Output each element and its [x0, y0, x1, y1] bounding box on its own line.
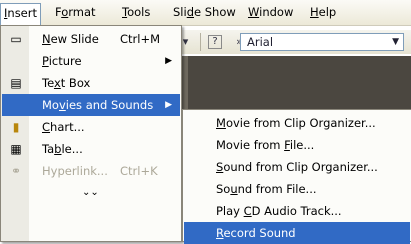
submenu-sound-from-file[interactable]: Sound from File... [184, 178, 410, 200]
menu-bar: Insert Format Tools Slide Show Window He… [0, 0, 411, 26]
submenu-movie-from-clip-organizer[interactable]: Movie from Clip Organizer... [184, 112, 410, 134]
submenu-record-sound[interactable]: Record Sound [184, 222, 410, 244]
submenu-movie-from-file[interactable]: Movie from File... [184, 134, 410, 156]
menu-item-hyperlink: ⚭ Hyperlink... Ctrl+K [2, 160, 180, 182]
help-icon[interactable]: ? [208, 35, 222, 49]
insert-menu: ▭ New Slide Ctrl+M Picture ▶ ▤ Text Box … [0, 25, 182, 242]
menu-window[interactable]: Window [245, 4, 296, 21]
submenu-sound-from-clip-organizer[interactable]: Sound from Clip Organizer... [184, 156, 410, 178]
expand-menu-chevron-icon[interactable]: ⌄⌄ [2, 182, 180, 204]
menu-item-text-box[interactable]: ▤ Text Box [2, 72, 180, 94]
chevron-down-icon[interactable]: ▼ [392, 34, 399, 50]
menu-item-new-slide[interactable]: ▭ New Slide Ctrl+M [2, 28, 180, 50]
menu-tools[interactable]: Tools [119, 4, 153, 21]
chart-icon: ▮ [12, 120, 20, 134]
submenu-arrow-icon: ▶ [165, 100, 172, 110]
menu-item-picture[interactable]: Picture ▶ [2, 50, 180, 72]
hyperlink-label: Hyperlink... [42, 164, 108, 178]
menu-format[interactable]: Format [52, 4, 99, 21]
menu-item-chart[interactable]: ▮ Chart... [2, 116, 180, 138]
hyperlink-icon: ⚭ [10, 164, 22, 178]
menu-item-table[interactable]: ▦ Table... [2, 138, 180, 160]
table-icon: ▦ [10, 142, 22, 156]
submenu-arrow-icon: ▶ [165, 56, 172, 66]
menu-slide-show[interactable]: Slide Show [170, 4, 239, 21]
submenu-play-cd-audio-track[interactable]: Play CD Audio Track... [184, 200, 410, 222]
menu-insert[interactable]: Insert [0, 3, 41, 26]
menu-help[interactable]: Help [307, 4, 339, 21]
shortcut-new-slide: Ctrl+M [120, 32, 161, 46]
toolbar-separator [200, 33, 201, 51]
text-box-icon: ▤ [10, 76, 22, 90]
new-slide-icon: ▭ [10, 32, 22, 46]
shortcut-hyperlink: Ctrl+K [120, 164, 158, 178]
font-name-value: Arial [247, 35, 274, 49]
font-name-box[interactable]: Arial ▼ [240, 33, 404, 51]
menu-item-movies-and-sounds[interactable]: Movies and Sounds ▶ [2, 94, 180, 116]
movies-and-sounds-submenu: Movie from Clip Organizer... Movie from … [182, 109, 411, 244]
